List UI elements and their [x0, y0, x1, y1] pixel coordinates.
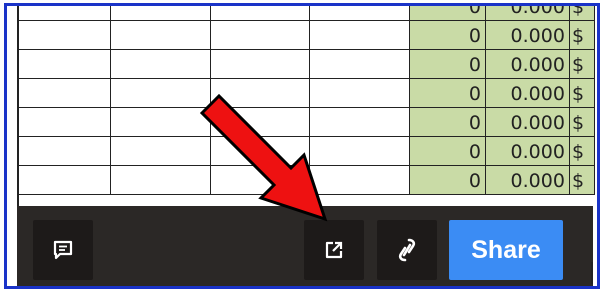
price-cell[interactable]: 0.000: [485, 107, 570, 137]
empty-cell[interactable]: [109, 20, 211, 50]
empty-cell[interactable]: [17, 107, 111, 137]
currency-cell[interactable]: $: [568, 107, 595, 137]
empty-cell[interactable]: [309, 20, 411, 50]
quantity-cell[interactable]: 0: [409, 107, 486, 137]
quantity-cell[interactable]: 0: [409, 136, 486, 166]
price-cell[interactable]: 0.000: [485, 49, 570, 79]
empty-cell[interactable]: [17, 136, 111, 166]
currency-cell[interactable]: $: [568, 49, 595, 79]
quantity-cell[interactable]: 0: [409, 6, 486, 21]
currency-cell[interactable]: $: [568, 20, 595, 50]
empty-cell[interactable]: [17, 20, 111, 50]
quantity-cell[interactable]: 0: [409, 165, 486, 195]
text-cursor: [591, 262, 593, 284]
open-external-icon: [325, 241, 343, 259]
quantity-cell[interactable]: 0: [409, 20, 486, 50]
comment-icon: [53, 240, 73, 260]
empty-cell[interactable]: [109, 6, 211, 21]
table-row: 0 0.000 $: [17, 49, 595, 79]
empty-cell[interactable]: [109, 49, 211, 79]
price-cell[interactable]: 0.000: [485, 78, 570, 108]
open-external-button[interactable]: [304, 220, 364, 280]
currency-cell[interactable]: $: [568, 6, 595, 21]
empty-cell[interactable]: [17, 49, 111, 79]
empty-cell[interactable]: [17, 78, 111, 108]
screenshot-frame: 0 0.000 $0 0.000 $0 0.000 $0 0.000 $0 0.000 $0 0.00…: [4, 3, 600, 289]
price-cell[interactable]: 0.000: [485, 136, 570, 166]
empty-cell[interactable]: [309, 6, 411, 21]
link-icon: [398, 238, 416, 262]
currency-cell[interactable]: $: [568, 78, 595, 108]
quantity-cell[interactable]: 0: [409, 49, 486, 79]
red-pointer-arrow-icon: [199, 93, 328, 222]
empty-cell[interactable]: [209, 49, 311, 79]
currency-cell[interactable]: $: [568, 165, 595, 195]
price-cell[interactable]: 0.000: [485, 20, 570, 50]
share-button[interactable]: Share: [449, 220, 563, 280]
empty-cell[interactable]: [309, 49, 411, 79]
copy-link-button[interactable]: [377, 220, 437, 280]
empty-cell[interactable]: [17, 165, 111, 195]
table-row: 0 0.000 $: [17, 6, 595, 21]
currency-cell[interactable]: $: [568, 136, 595, 166]
price-cell[interactable]: 0.000: [485, 165, 570, 195]
quantity-cell[interactable]: 0: [409, 78, 486, 108]
empty-cell[interactable]: [209, 20, 311, 50]
empty-cell[interactable]: [17, 6, 111, 21]
grid-left-border: [17, 6, 19, 209]
empty-cell[interactable]: [209, 6, 311, 21]
price-cell[interactable]: 0.000: [485, 6, 570, 21]
table-row: 0 0.000 $: [17, 20, 595, 50]
comment-button[interactable]: [33, 220, 93, 280]
